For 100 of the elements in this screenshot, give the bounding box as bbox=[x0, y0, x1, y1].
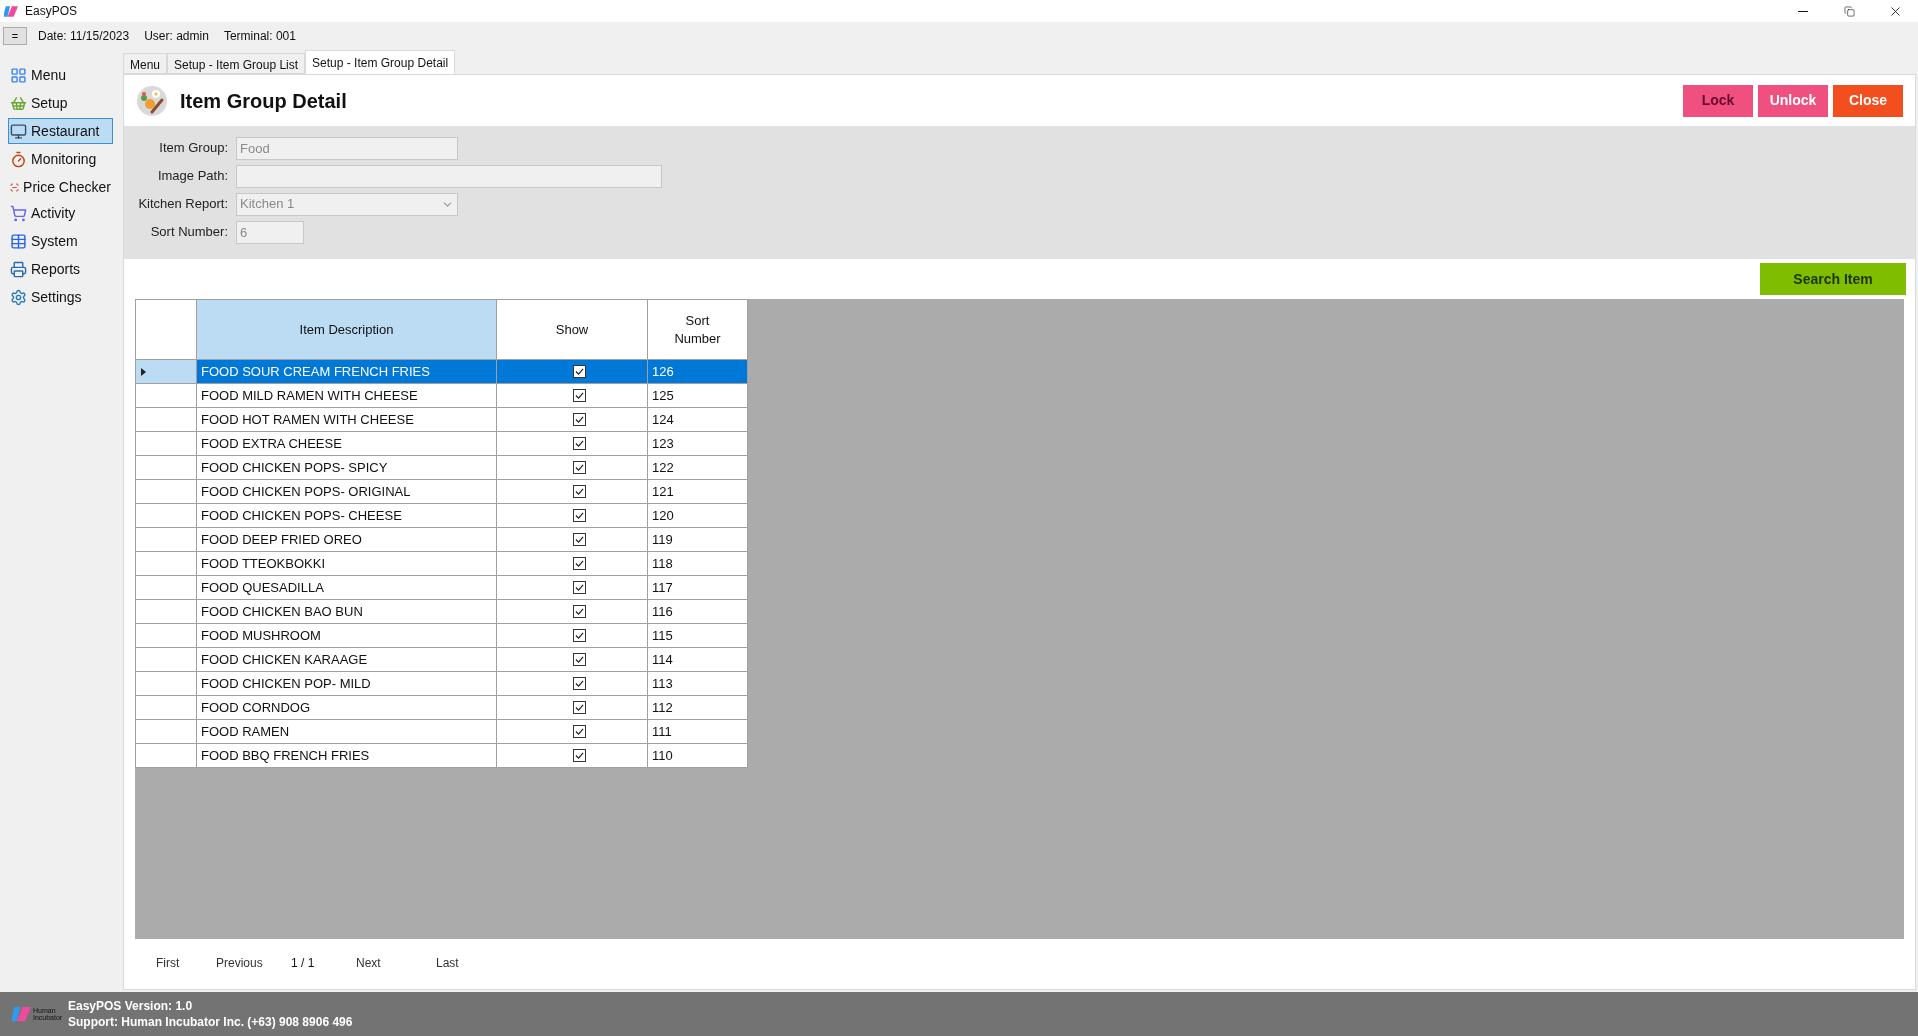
check-icon bbox=[575, 559, 584, 568]
table-row[interactable]: FOOD CHICKEN KARAAGE 114 bbox=[135, 647, 748, 672]
show-checkbox[interactable] bbox=[573, 365, 586, 378]
check-icon bbox=[575, 415, 584, 424]
table-row[interactable]: FOOD MUSHROOM 115 bbox=[135, 623, 748, 648]
tab[interactable]: Setup - Item Group Detail bbox=[305, 50, 456, 74]
check-icon bbox=[575, 679, 584, 688]
check-icon bbox=[575, 439, 584, 448]
basket-icon bbox=[10, 94, 27, 112]
table-cell: 118 bbox=[647, 551, 748, 576]
check-icon bbox=[575, 631, 584, 640]
current-row-icon bbox=[141, 367, 146, 376]
close-button[interactable]: Close bbox=[1833, 84, 1903, 117]
table-row[interactable]: FOOD CHICKEN BAO BUN 116 bbox=[135, 599, 748, 624]
table-row[interactable]: FOOD QUESADILLA 117 bbox=[135, 575, 748, 600]
table-row[interactable]: FOOD TTEOKBOKKI 118 bbox=[135, 551, 748, 576]
window-title: EasyPOS bbox=[25, 3, 78, 20]
table-row[interactable]: FOOD BBQ FRENCH FRIES 110 bbox=[135, 743, 748, 768]
date-label: Date: 11/15/2023 bbox=[38, 28, 130, 45]
table-row[interactable]: FOOD MILD RAMEN WITH CHEESE 125 bbox=[135, 383, 748, 408]
settings-icon bbox=[10, 288, 27, 306]
field-label: Item Group: bbox=[158, 139, 229, 158]
show-checkbox[interactable] bbox=[573, 389, 586, 402]
table-cell: FOOD DEEP FRIED OREO bbox=[196, 527, 497, 552]
table-row[interactable]: FOOD CHICKEN POPS- ORIGINAL 121 bbox=[135, 479, 748, 504]
table-cell: FOOD CHICKEN BAO BUN bbox=[196, 599, 497, 624]
field-label: Image Path: bbox=[156, 167, 229, 186]
check-icon bbox=[575, 487, 584, 496]
table-row[interactable]: FOOD EXTRA CHEESE 123 bbox=[135, 431, 748, 456]
column-header[interactable]: Sort Number bbox=[647, 299, 748, 360]
table-row[interactable]: FOOD DEEP FRIED OREO 119 bbox=[135, 527, 748, 552]
check-icon bbox=[575, 367, 584, 376]
show-checkbox[interactable] bbox=[573, 581, 586, 594]
show-checkbox[interactable] bbox=[573, 701, 586, 714]
table-cell: FOOD CHICKEN POPS- ORIGINAL bbox=[196, 479, 497, 504]
table-row[interactable]: FOOD CHICKEN POP- MILD 113 bbox=[135, 671, 748, 696]
input-field[interactable] bbox=[236, 164, 662, 188]
column-header[interactable]: Show bbox=[496, 299, 648, 360]
table-row[interactable]: FOOD CORNDOG 112 bbox=[135, 695, 748, 720]
table-row[interactable]: FOOD SOUR CREAM FRENCH FRIES 126 bbox=[135, 359, 748, 384]
show-checkbox[interactable] bbox=[573, 461, 586, 474]
table-cell: FOOD MUSHROOM bbox=[196, 623, 497, 648]
sidebar-item[interactable]: System bbox=[8, 228, 113, 254]
first-link[interactable]: First bbox=[156, 954, 216, 972]
table-cell: 124 bbox=[647, 407, 748, 432]
show-checkbox[interactable] bbox=[573, 413, 586, 426]
sidebar-item[interactable]: Monitoring bbox=[8, 146, 113, 172]
show-checkbox[interactable] bbox=[573, 437, 586, 450]
table-cell: 111 bbox=[647, 719, 748, 744]
app-logo-icon bbox=[4, 5, 18, 17]
table-cell: FOOD CHICKEN KARAAGE bbox=[196, 647, 497, 672]
show-checkbox[interactable] bbox=[573, 629, 586, 642]
check-icon bbox=[575, 727, 584, 736]
sidebar-item[interactable]: Price Checker bbox=[8, 174, 113, 200]
table-cell: 126 bbox=[647, 359, 748, 384]
menu-toggle-button[interactable]: = bbox=[3, 27, 27, 45]
page-title: Item Group Detail bbox=[180, 88, 347, 114]
check-icon bbox=[575, 463, 584, 472]
table-cell: 119 bbox=[647, 527, 748, 552]
sidebar-item[interactable]: Restaurant bbox=[8, 118, 113, 144]
field-label: Kitchen Report: bbox=[137, 195, 229, 214]
show-checkbox[interactable] bbox=[573, 533, 586, 546]
page-indicator: 1 / 1 bbox=[291, 955, 316, 972]
table-cell: 123 bbox=[647, 431, 748, 456]
show-checkbox[interactable] bbox=[573, 509, 586, 522]
table-cell: FOOD BBQ FRENCH FRIES bbox=[196, 743, 497, 768]
table-cell: 114 bbox=[647, 647, 748, 672]
sidebar-item[interactable]: Menu bbox=[8, 62, 113, 88]
show-checkbox[interactable] bbox=[573, 485, 586, 498]
terminal-label: Terminal: 001 bbox=[223, 28, 296, 45]
check-icon bbox=[575, 583, 584, 592]
sidebar-item[interactable]: Activity bbox=[8, 200, 113, 226]
table-row[interactable]: FOOD HOT RAMEN WITH CHEESE 124 bbox=[135, 407, 748, 432]
sidebar-item[interactable]: Reports bbox=[8, 256, 113, 282]
check-icon bbox=[575, 511, 584, 520]
support-text: Support: Human Incubator Inc. (+63) 908 8906 496 bbox=[68, 1014, 353, 1030]
tab[interactable]: Menu bbox=[123, 53, 168, 74]
column-header[interactable]: Item Description bbox=[196, 299, 497, 360]
show-checkbox[interactable] bbox=[573, 605, 586, 618]
table-row[interactable]: FOOD RAMEN 111 bbox=[135, 719, 748, 744]
next-link[interactable]: Next bbox=[356, 954, 436, 972]
table-row[interactable]: FOOD CHICKEN POPS- SPICY 122 bbox=[135, 455, 748, 480]
sidebar-item[interactable]: Settings bbox=[8, 284, 113, 310]
check-icon bbox=[575, 751, 584, 760]
table-row[interactable]: FOOD CHICKEN POPS- CHEESE 120 bbox=[135, 503, 748, 528]
lock-button[interactable]: Lock bbox=[1683, 84, 1753, 117]
cart-icon bbox=[10, 204, 27, 222]
show-checkbox[interactable] bbox=[573, 653, 586, 666]
show-checkbox[interactable] bbox=[573, 677, 586, 690]
previous-link[interactable]: Previous bbox=[216, 954, 291, 972]
check-icon bbox=[575, 703, 584, 712]
show-checkbox[interactable] bbox=[573, 557, 586, 570]
table-cell: FOOD TTEOKBOKKI bbox=[196, 551, 497, 576]
tab[interactable]: Setup - Item Group List bbox=[167, 53, 306, 74]
grid-icon bbox=[10, 66, 27, 84]
show-checkbox[interactable] bbox=[573, 725, 586, 738]
search-item-button[interactable]: Search Item bbox=[1760, 263, 1906, 295]
show-checkbox[interactable] bbox=[573, 749, 586, 762]
last-link[interactable]: Last bbox=[436, 954, 459, 972]
sidebar-item[interactable]: Setup bbox=[8, 90, 113, 116]
